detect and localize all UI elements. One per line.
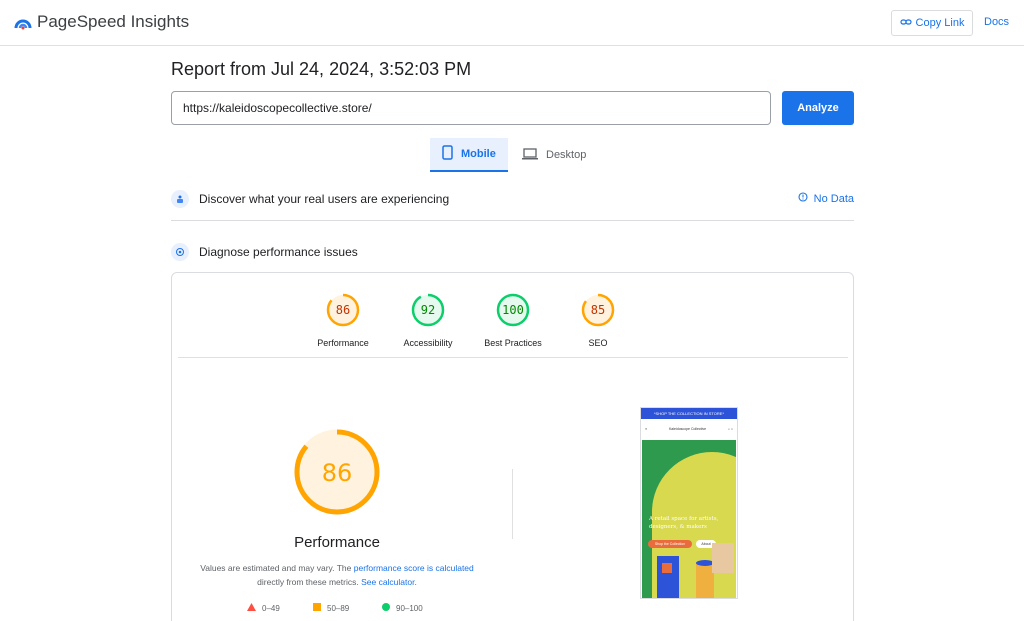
performance-note: Values are estimated and may vary. The p… [192,561,482,589]
score-ring: 100 [496,293,530,327]
note-text-2: directly from these metrics. [257,577,362,587]
diagnose-title: Diagnose performance issues [199,245,358,259]
users-icon [171,190,189,208]
tab-mobile-label: Mobile [461,148,496,160]
score-ring: 86 [326,293,360,327]
score-label: Accessibility [403,338,453,348]
laptop-icon [522,147,538,163]
legend-pass-label: 90–100 [396,603,423,613]
diagnose-section: Diagnose performance issues [171,241,854,263]
tab-mobile[interactable]: Mobile [430,138,508,172]
page-screenshot: *SHOP THE COLLECTION IN STORE* ≡ Kaleido… [640,407,738,599]
real-users-section: Discover what your real users are experi… [171,188,854,210]
square-icon [313,603,321,613]
copy-link-button[interactable]: Copy Link [891,10,973,36]
note-text: Values are estimated and may vary. The [200,563,354,573]
url-input[interactable] [171,91,771,125]
no-data-indicator[interactable]: No Data [798,192,854,205]
score-label: SEO [588,338,608,348]
screenshot-site-name: Kaleidoscope Collective [668,427,707,431]
screenshot-nav: ≡ Kaleidoscope Collective ⌕ ◻ [641,419,737,439]
menu-icon: ≡ [645,427,648,431]
diagnose-icon [171,243,189,261]
score-value: 100 [502,303,524,317]
scores-card: 86 Performance 92 Accessibility 100 Best Prac… [171,272,854,621]
analyze-button[interactable]: Analyze [782,91,854,125]
card-divider [178,357,848,358]
legend-average-label: 50–89 [327,603,350,613]
score-gauge-performance[interactable]: 86 Performance [298,291,388,348]
score-value: 92 [421,303,435,317]
performance-score: 86 [322,459,353,487]
triangle-icon [247,603,256,613]
score-gauge-best-practices[interactable]: 100 Best Practices [468,291,558,348]
link-icon [899,17,912,30]
legend-fail: 0–49 [247,603,280,613]
tab-desktop-label: Desktop [546,149,587,161]
docs-link[interactable]: Docs [984,16,1009,28]
vertical-divider [512,469,513,539]
score-gauge-seo[interactable]: 85 SEO [553,291,643,348]
smartphone-icon [442,145,453,163]
score-label: Performance [317,338,369,348]
screenshot-banner: *SHOP THE COLLECTION IN STORE* [641,408,737,419]
score-value: 86 [336,303,350,317]
screenshot-hero-text: A retail space for artists, designers, &… [649,516,719,530]
no-data-label: No Data [813,192,854,205]
score-ring: 85 [581,293,615,327]
legend-pass: 90–100 [382,603,423,613]
score-gauge-accessibility[interactable]: 92 Accessibility [383,291,473,348]
circle-icon [382,603,390,613]
performance-title: Performance [294,534,380,551]
score-value: 85 [591,303,605,317]
report-title: Report from Jul 24, 2024, 3:52:03 PM [171,59,472,79]
score-ring: 92 [411,293,445,327]
info-icon [798,192,808,205]
tab-desktop[interactable]: Desktop [510,138,600,172]
real-users-title: Discover what your real users are experi… [199,192,450,206]
pagespeed-logo-icon[interactable] [14,13,32,36]
score-label: Best Practices [484,338,542,348]
search-cart-icon: ⌕ ◻ [728,427,733,431]
legend-fail-label: 0–49 [262,603,280,613]
copy-link-label: Copy Link [915,17,965,29]
hero-art-image [657,543,734,598]
performance-score-link[interactable]: performance score is calculated [354,563,474,573]
section-divider [171,220,854,221]
performance-gauge: 86 [292,427,382,517]
brand-title[interactable]: PageSpeed Insights [37,12,189,32]
screenshot-hero: A retail space for artists, designers, &… [642,440,736,598]
calculator-link[interactable]: See calculator. [361,577,417,587]
legend-average: 50–89 [313,603,349,613]
top-bar: PageSpeed Insights Copy Link Docs [0,0,1024,46]
